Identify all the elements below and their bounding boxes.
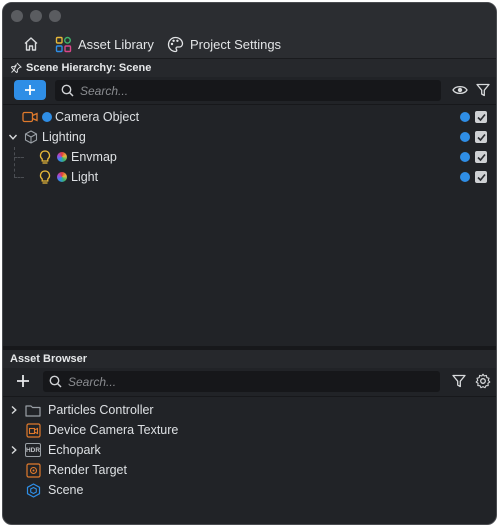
hierarchy-item-camera-object[interactable]: Camera Object: [3, 107, 496, 127]
scene-hierarchy-add-button[interactable]: [14, 80, 46, 100]
asset-browser-search-placeholder: Search...: [68, 374, 117, 389]
close-window-button[interactable]: [11, 10, 23, 22]
divider: [3, 396, 496, 397]
chevron-right-icon[interactable]: [9, 445, 19, 455]
hierarchy-item-label: Light: [71, 170, 99, 184]
minimize-window-button[interactable]: [30, 10, 42, 22]
home-button[interactable]: [23, 33, 39, 55]
gear-icon[interactable]: [475, 373, 491, 389]
enabled-checkbox[interactable]: [475, 171, 487, 183]
asset-item-echopark[interactable]: HDR Echopark: [3, 440, 496, 460]
chevron-down-icon[interactable]: [8, 132, 18, 142]
light-color-icon: [57, 152, 67, 162]
hierarchy-item-light[interactable]: Light: [3, 167, 496, 187]
project-settings-button[interactable]: Project Settings: [167, 33, 281, 55]
filter-icon[interactable]: [452, 374, 466, 388]
hierarchy-item-label: Envmap: [71, 150, 117, 164]
asset-browser-title: Asset Browser: [10, 353, 88, 365]
chevron-right-icon[interactable]: [9, 405, 19, 415]
hdr-icon: HDR: [25, 443, 41, 457]
layer-dot-icon: [42, 112, 52, 122]
visibility-toggle[interactable]: [460, 132, 470, 142]
pin-icon[interactable]: [10, 62, 22, 74]
scene-hierarchy-header: Scene Hierarchy: Scene: [3, 59, 496, 77]
app-window: Asset Library Project Settings Scene Hie…: [2, 2, 497, 525]
asset-item-particles-controller[interactable]: Particles Controller: [3, 400, 496, 420]
folder-icon: [25, 404, 41, 417]
home-icon: [23, 36, 39, 52]
asset-item-device-camera-texture[interactable]: Device Camera Texture: [3, 420, 496, 440]
zoom-window-button[interactable]: [49, 10, 61, 22]
asset-item-label: Particles Controller: [48, 403, 154, 417]
asset-item-scene[interactable]: Scene: [3, 480, 496, 500]
scene-hierarchy-search-input[interactable]: Search...: [55, 80, 441, 101]
hierarchy-item-envmap[interactable]: Envmap: [3, 147, 496, 167]
hierarchy-item-label: Lighting: [42, 130, 86, 144]
asset-item-label: Echopark: [48, 443, 101, 457]
search-icon: [49, 375, 62, 388]
cube-icon: [24, 130, 38, 144]
visibility-toggle[interactable]: [460, 172, 470, 182]
scene-hierarchy-title: Scene Hierarchy: Scene: [26, 62, 152, 74]
title-bar: [3, 3, 496, 29]
scene-icon: [26, 482, 41, 498]
asset-browser-header: Asset Browser: [3, 350, 496, 368]
visibility-toggle[interactable]: [460, 152, 470, 162]
camera-texture-icon: [26, 422, 41, 438]
lightbulb-icon: [39, 149, 51, 165]
lightbulb-icon: [39, 169, 51, 185]
top-toolbar: Asset Library Project Settings: [3, 29, 496, 59]
project-settings-label: Project Settings: [190, 36, 282, 52]
enabled-checkbox[interactable]: [475, 111, 487, 123]
asset-item-label: Scene: [48, 483, 84, 497]
render-target-icon: [26, 462, 41, 478]
asset-library-icon: [55, 36, 72, 53]
visibility-toggle[interactable]: [460, 112, 470, 122]
enabled-checkbox[interactable]: [475, 131, 487, 143]
add-asset-button[interactable]: [16, 374, 30, 388]
asset-item-label: Device Camera Texture: [48, 423, 179, 437]
palette-icon: [167, 36, 184, 53]
asset-browser-search-input[interactable]: Search...: [43, 371, 440, 392]
asset-library-button[interactable]: Asset Library: [55, 33, 154, 55]
plus-icon: [24, 84, 36, 96]
asset-item-label: Render Target: [48, 463, 127, 477]
divider: [3, 104, 496, 105]
enabled-checkbox[interactable]: [475, 151, 487, 163]
hierarchy-item-lighting[interactable]: Lighting: [3, 127, 496, 147]
light-color-icon: [57, 172, 67, 182]
search-icon: [61, 84, 74, 97]
scene-hierarchy-search-placeholder: Search...: [80, 83, 129, 98]
eye-icon[interactable]: [452, 83, 468, 97]
hierarchy-item-label: Camera Object: [55, 110, 140, 124]
asset-library-label: Asset Library: [78, 36, 154, 52]
filter-icon[interactable]: [476, 83, 490, 97]
camera-icon: [22, 111, 38, 123]
asset-item-render-target[interactable]: Render Target: [3, 460, 496, 480]
